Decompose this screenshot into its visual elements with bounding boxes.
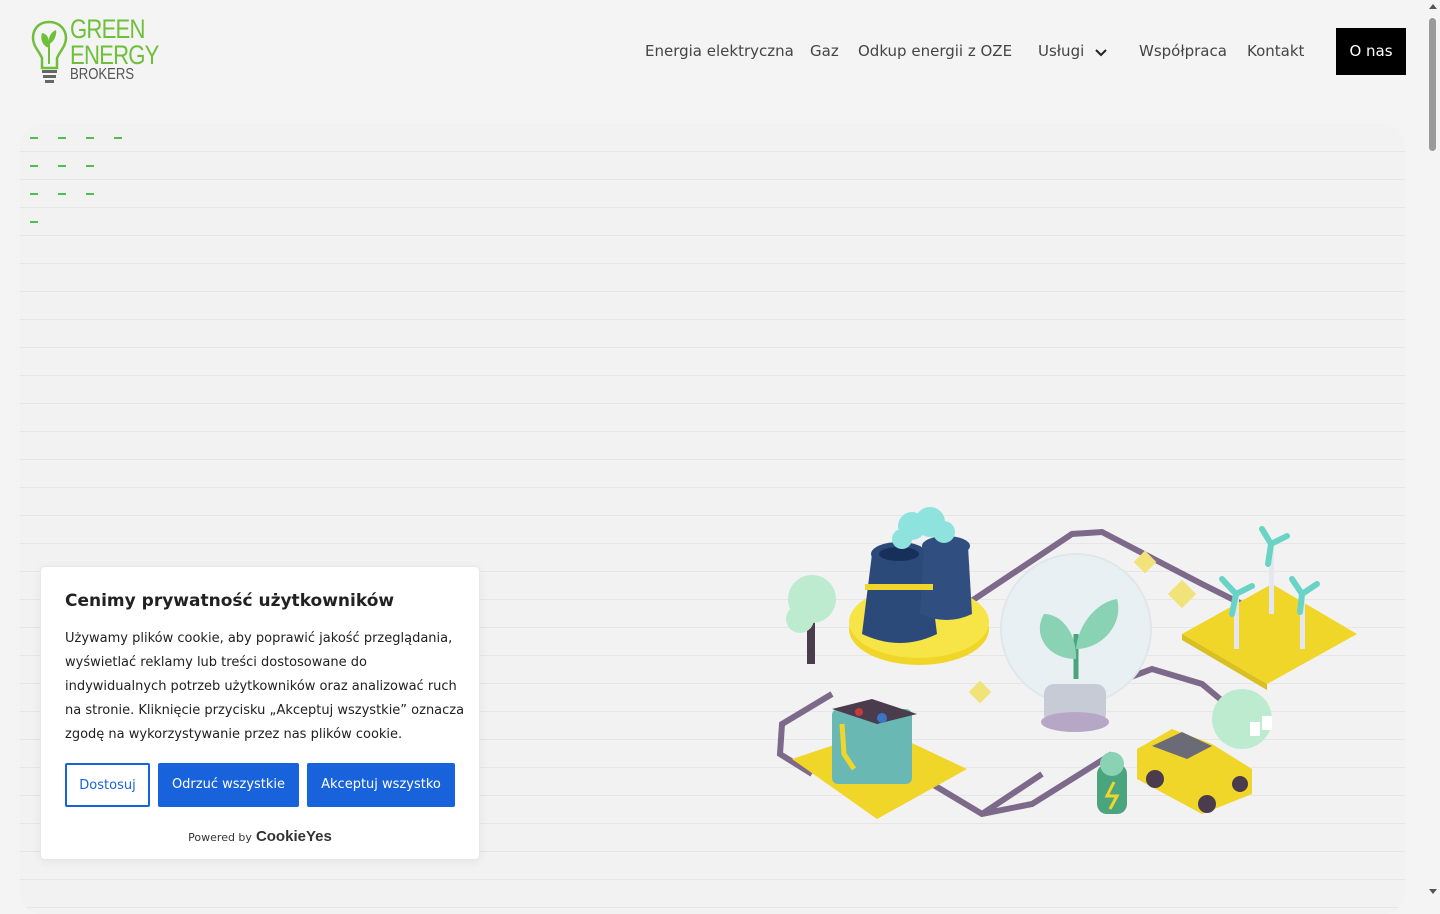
nav-item-odkup[interactable]: Odkup energii z OZE xyxy=(858,40,1012,62)
energy-isometric-illustration xyxy=(776,507,1357,819)
site-header: GREEN ENERGY BROKERS Energia elektryczna… xyxy=(0,0,1440,104)
scroll-up-arrow-icon[interactable] xyxy=(1429,4,1437,9)
nav-item-gaz[interactable]: Gaz xyxy=(810,40,839,62)
decor-dash xyxy=(86,165,94,167)
decor-dash xyxy=(30,193,38,195)
decor-dash xyxy=(30,165,38,167)
logo-text-green: GREEN xyxy=(70,14,145,44)
page-scrollbar[interactable] xyxy=(1425,0,1440,900)
nav-item-energia[interactable]: Energia elektryczna xyxy=(645,40,794,62)
decor-dash xyxy=(114,137,122,139)
powered-by-label: Powered by xyxy=(188,831,252,844)
scroll-down-arrow-icon[interactable] xyxy=(1429,889,1437,894)
chevron-down-icon[interactable] xyxy=(1093,44,1109,60)
cookie-banner-description: Używamy plików cookie, aby poprawić jako… xyxy=(65,631,465,742)
decor-dash xyxy=(58,137,66,139)
cookie-consent-banner: Cenimy prywatność użytkowników Używamy p… xyxy=(40,566,480,860)
cookieyes-logo[interactable]: CookieYes xyxy=(256,828,332,845)
decor-dash xyxy=(58,193,66,195)
decor-dash xyxy=(58,165,66,167)
decor-dash xyxy=(86,193,94,195)
nav-item-uslugi[interactable]: Usługi xyxy=(1038,40,1084,62)
logo-text-brokers: BROKERS xyxy=(70,66,135,83)
cookie-banner-title: Cenimy prywatność użytkowników xyxy=(65,591,395,611)
nav-item-kontakt[interactable]: Kontakt xyxy=(1247,40,1304,62)
decor-dash xyxy=(30,137,38,139)
reject-all-cookies-button[interactable]: Odrzuć wszystkie xyxy=(158,763,299,807)
decor-dash xyxy=(86,137,94,139)
nav-item-wspolpraca[interactable]: Współpraca xyxy=(1139,40,1227,62)
decor-dash xyxy=(30,221,38,223)
about-us-button[interactable]: O nas xyxy=(1336,28,1406,75)
powered-by: Powered by CookieYes xyxy=(41,828,479,845)
main-nav: Energia elektryczna Gaz Odkup energii z … xyxy=(0,40,1440,62)
accept-all-cookies-button[interactable]: Akceptuj wszystko xyxy=(307,763,455,807)
scrollbar-thumb[interactable] xyxy=(1429,18,1436,151)
customize-cookies-button[interactable]: Dostosuj xyxy=(65,763,150,807)
